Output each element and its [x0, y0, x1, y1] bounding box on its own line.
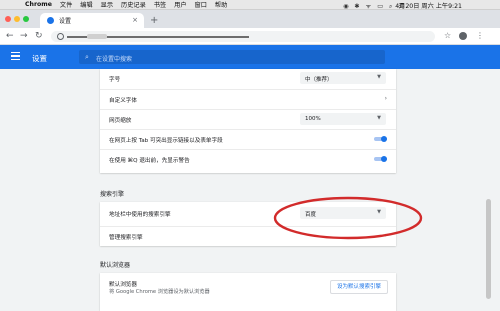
font-size-select[interactable]: 中（推荐） ▼ [300, 72, 386, 84]
page-zoom-value: 100% [305, 116, 321, 122]
close-tab-icon[interactable]: × [132, 16, 138, 24]
tab-title: 设置 [59, 18, 72, 25]
search-icon: ⌕ [85, 53, 89, 61]
menu-app-chrome[interactable]: Chrome [25, 1, 52, 8]
font-size-value: 中（推荐） [305, 77, 333, 83]
default-browser-sub: 将 Google Chrome 浏览器设为默认浏览器 [109, 289, 210, 295]
maximize-window-icon[interactable] [23, 16, 29, 22]
search-engine-value: 百度 [305, 212, 317, 218]
menu-file[interactable]: 文件 [60, 0, 72, 9]
search-engine-card: 地址栏中使用的搜索引擎 百度 ▼ 管理搜索引擎 › [100, 202, 396, 246]
settings-search-input[interactable]: ⌕ 在设置中搜索 [79, 50, 385, 64]
tab-highlight-toggle[interactable] [374, 136, 387, 142]
address-bar-engine-label: 地址栏中使用的搜索引擎 [109, 212, 171, 218]
scrollbar[interactable] [486, 199, 491, 299]
page-zoom-select[interactable]: 100% ▼ [300, 113, 386, 125]
font-size-row: 字号 中（推荐） ▼ [100, 69, 396, 89]
font-size-label: 字号 [109, 77, 121, 83]
menu-view[interactable]: 显示 [101, 0, 113, 9]
minimize-window-icon[interactable] [14, 16, 20, 22]
tab-highlight-row: 在网页上按 Tab 可突出显示链接以及表单字段 [100, 129, 396, 149]
new-tab-button[interactable]: + [150, 15, 158, 26]
back-icon[interactable]: ← [6, 31, 14, 41]
default-browser-row: 默认浏览器 将 Google Chrome 浏览器设为默认浏览器 设为默认搜索引… [100, 273, 396, 299]
address-bar[interactable] [51, 31, 435, 42]
appearance-card: 字号 中（推荐） ▼ 自定义字体 › 网页缩放 100% ▼ 在网页上按 Tab… [100, 69, 396, 173]
search-engine-select[interactable]: 百度 ▼ [300, 207, 386, 219]
menu-edit[interactable]: 编辑 [80, 0, 92, 9]
manage-search-engines-label: 管理搜索引擎 [109, 235, 143, 241]
window-controls [5, 16, 29, 22]
tab-settings[interactable]: 设置 × [40, 13, 144, 28]
search-engine-section-title: 搜索引擎 [100, 191, 125, 198]
quit-warning-label: 在使用 ⌘Q 退出前，先显示警告 [109, 158, 190, 164]
tab-highlight-label: 在网页上按 Tab 可突出显示链接以及表单字段 [109, 138, 223, 144]
chevron-down-icon: ▼ [377, 115, 381, 121]
quit-warning-toggle[interactable] [374, 156, 387, 162]
site-info-icon[interactable] [57, 33, 64, 40]
menu-history[interactable]: 历史记录 [121, 0, 146, 9]
reload-icon[interactable]: ↻ [35, 31, 43, 41]
menubar-clock[interactable]: 4月20日 周六 上午9:21 [395, 1, 462, 10]
custom-fonts-row[interactable]: 自定义字体 › [100, 89, 396, 109]
url-redacted-block [87, 34, 107, 39]
gear-icon [47, 17, 54, 24]
menu-bookmarks[interactable]: 书签 [154, 0, 166, 9]
menu-people[interactable]: 用户 [174, 0, 186, 9]
chevron-right-icon: › [384, 232, 387, 239]
chrome-menu-icon[interactable]: ⋮ [476, 31, 484, 40]
search-placeholder: 在设置中搜索 [96, 56, 133, 63]
default-browser-section-title: 默认浏览器 [100, 262, 131, 269]
chevron-down-icon: ▼ [377, 74, 381, 80]
page-zoom-label: 网页缩放 [109, 118, 132, 124]
make-default-button[interactable]: 设为默认搜索引擎 [329, 280, 388, 294]
page-title: 设置 [32, 54, 47, 63]
default-browser-card: 默认浏览器 将 Google Chrome 浏览器设为默认浏览器 设为默认搜索引… [100, 273, 396, 311]
manage-search-engines-row[interactable]: 管理搜索引擎 › [100, 226, 396, 246]
address-bar-engine-row: 地址栏中使用的搜索引擎 百度 ▼ [100, 202, 396, 226]
hamburger-menu-icon[interactable] [11, 52, 20, 60]
forward-icon[interactable]: → [20, 31, 28, 41]
menu-window[interactable]: 窗口 [195, 0, 207, 9]
chevron-down-icon: ▼ [377, 209, 381, 215]
menu-help[interactable]: 帮助 [215, 0, 227, 9]
macos-menubar: Chrome 文件 编辑 显示 历史记录 书签 用户 窗口 帮助 ◉ ✱ ᯤ ▭… [0, 0, 500, 10]
quit-warning-row: 在使用 ⌘Q 退出前，先显示警告 [100, 149, 396, 169]
chevron-right-icon: › [384, 95, 387, 102]
browser-toolbar: ← → ↻ ☆ ⋮ [0, 28, 500, 45]
custom-fonts-label: 自定义字体 [109, 98, 137, 104]
settings-content: 字号 中（推荐） ▼ 自定义字体 › 网页缩放 100% ▼ 在网页上按 Tab… [0, 69, 500, 311]
default-browser-label: 默认浏览器 [109, 282, 137, 288]
settings-header: 设置 ⌕ 在设置中搜索 [0, 45, 500, 69]
profile-avatar-icon[interactable] [459, 32, 467, 40]
bookmark-star-icon[interactable]: ☆ [444, 31, 451, 40]
tab-strip: 设置 × + [0, 10, 500, 28]
close-window-icon[interactable] [5, 16, 11, 22]
page-zoom-row: 网页缩放 100% ▼ [100, 109, 396, 129]
